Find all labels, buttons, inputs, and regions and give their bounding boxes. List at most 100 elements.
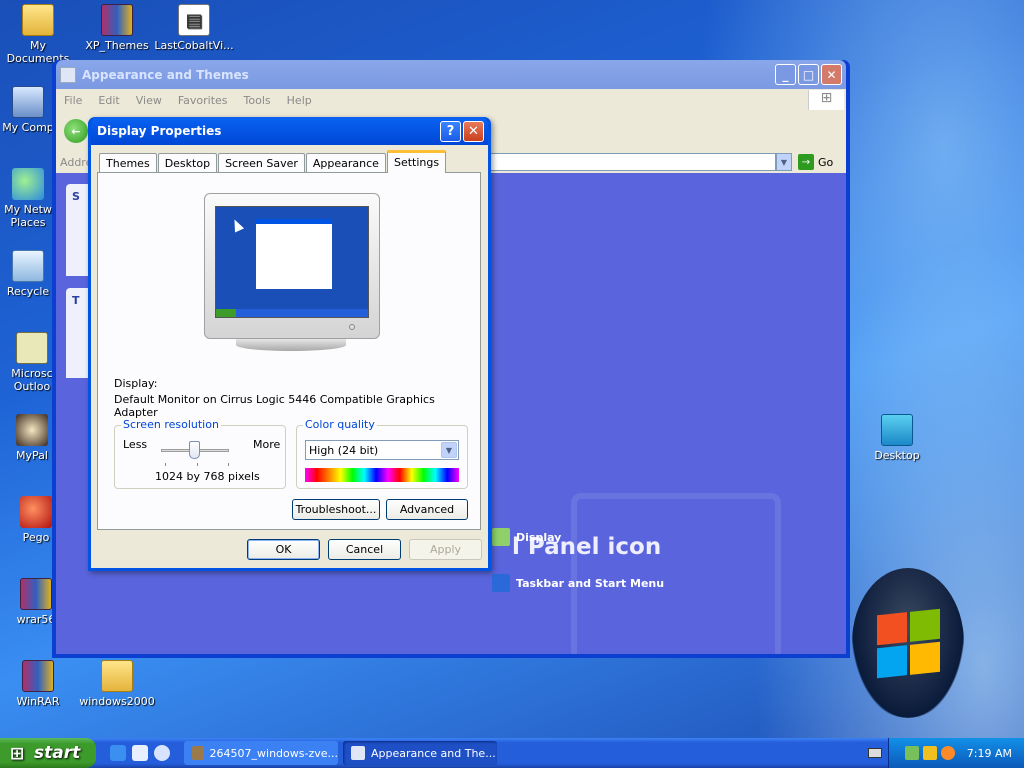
- color-quality-select[interactable]: High (24 bit) ▼: [305, 440, 459, 460]
- screen-resolution-title: Screen resolution: [121, 418, 221, 431]
- minimize-button[interactable]: _: [775, 64, 796, 85]
- tab-appearance[interactable]: Appearance: [305, 153, 386, 173]
- clock[interactable]: 7:19 AM: [967, 747, 1012, 760]
- show-desktop-icon[interactable]: [132, 745, 148, 761]
- tab-settings[interactable]: Settings: [386, 150, 447, 173]
- menu-edit[interactable]: Edit: [98, 94, 119, 107]
- chevron-down-icon[interactable]: ▼: [776, 153, 792, 171]
- desktop-icon-winrar[interactable]: WinRAR: [0, 660, 78, 708]
- tab-strip: Themes Desktop Screen Saver Appearance S…: [99, 150, 447, 173]
- color-quality-title: Color quality: [303, 418, 377, 431]
- taskbar-button-label: 264507_windows-zve...: [209, 746, 338, 760]
- desktop-icon-my-documents[interactable]: My Documents: [0, 4, 78, 65]
- go-arrow-icon: →: [798, 154, 814, 170]
- mypal-icon: [16, 414, 48, 446]
- tab-screen-saver[interactable]: Screen Saver: [218, 153, 305, 173]
- preview-window: [256, 219, 332, 289]
- network-icon[interactable]: [904, 746, 919, 760]
- tab-desktop[interactable]: Desktop: [157, 153, 218, 173]
- menu-help[interactable]: Help: [287, 94, 312, 107]
- explorer-title: Appearance and Themes: [82, 67, 249, 82]
- menu-favorites[interactable]: Favorites: [178, 94, 228, 107]
- display-value: Default Monitor on Cirrus Logic 5446 Com…: [114, 393, 435, 419]
- my-computer-icon: [12, 86, 44, 118]
- desktop-icon-label: windows2000: [79, 695, 155, 708]
- display-properties-dialog: Display Properties ? ✕ Themes Desktop Sc…: [88, 117, 491, 571]
- desktop-icon-windows2000[interactable]: windows2000: [77, 660, 157, 708]
- winrar-archive-icon: [101, 4, 133, 36]
- dialog-client-area: Themes Desktop Screen Saver Appearance S…: [91, 145, 488, 568]
- cancel-button[interactable]: Cancel: [328, 539, 401, 560]
- windows-flag-icon: ⊞: [10, 744, 25, 764]
- security-shield-icon[interactable]: [922, 746, 937, 760]
- chevron-down-icon[interactable]: ▼: [441, 442, 457, 458]
- ok-button[interactable]: OK: [247, 539, 320, 560]
- winrar-installer-icon: [20, 578, 52, 610]
- desktop-icon-label: Desktop: [874, 449, 920, 462]
- app-icon: [192, 746, 204, 760]
- monitor-stand: [236, 339, 346, 351]
- explorer-titlebar[interactable]: Appearance and Themes _ □ ✕: [56, 60, 846, 89]
- desktop-icon-lastcobalt[interactable]: ▤ LastCobaltVi...: [154, 4, 234, 52]
- outlook-icon: [16, 332, 48, 364]
- display-link-label: Display: [516, 530, 562, 544]
- desktop-icon-label: WinRAR: [16, 695, 60, 708]
- close-button[interactable]: ✕: [821, 64, 842, 85]
- desktop-icon-desktop[interactable]: Desktop: [857, 414, 937, 462]
- resolution-value: 1024 by 768 pixels: [155, 470, 260, 483]
- keyboard-icon[interactable]: [868, 748, 882, 758]
- resolution-slider-thumb[interactable]: [189, 441, 200, 459]
- menu-file[interactable]: File: [64, 94, 82, 107]
- search-icon[interactable]: [940, 746, 955, 760]
- taskbar-icon: [492, 574, 510, 592]
- menu-view[interactable]: View: [136, 94, 162, 107]
- color-quality-group: Color quality High (24 bit) ▼: [296, 418, 468, 489]
- taskbar-button-app[interactable]: 264507_windows-zve...: [184, 741, 338, 765]
- pego-icon: [20, 496, 52, 528]
- monitor-preview-icon: [204, 193, 380, 339]
- document-icon: ▤: [178, 4, 210, 36]
- color-quality-selected: High (24 bit): [309, 443, 379, 457]
- folder-icon: [22, 4, 54, 36]
- back-arrow-icon[interactable]: ←: [64, 119, 88, 143]
- display-label: Display:: [114, 377, 158, 390]
- internet-explorer-icon[interactable]: [110, 745, 126, 761]
- settings-tab-panel: Display: Default Monitor on Cirrus Logic…: [97, 172, 481, 530]
- dialog-titlebar[interactable]: Display Properties ? ✕: [91, 117, 488, 145]
- windows-flag-icon: ⊞: [808, 90, 844, 110]
- desktop-icon-label: XP_Themes: [85, 39, 149, 52]
- windows-flag-icon: [876, 608, 940, 678]
- close-button[interactable]: ✕: [463, 120, 484, 142]
- media-player-icon[interactable]: [154, 745, 170, 761]
- menu-tools[interactable]: Tools: [244, 94, 271, 107]
- maximize-button[interactable]: □: [798, 64, 819, 85]
- advanced-button[interactable]: Advanced: [386, 499, 468, 520]
- desktop-icon-xp-themes[interactable]: XP_Themes: [77, 4, 157, 52]
- power-button-icon: [349, 324, 355, 330]
- apply-button[interactable]: Apply: [409, 539, 482, 560]
- system-tray: 7:19 AM: [888, 738, 1024, 768]
- taskbar-button-appearance[interactable]: Appearance and The...: [343, 741, 497, 765]
- screen-preview: [215, 206, 369, 318]
- preview-taskbar: [216, 309, 368, 317]
- desktop-icon-label: LastCobaltVi...: [154, 39, 234, 52]
- dialog-title: Display Properties: [97, 124, 222, 138]
- resolution-less-label: Less: [123, 438, 148, 451]
- tab-themes[interactable]: Themes: [99, 153, 157, 173]
- help-button[interactable]: ?: [440, 120, 461, 142]
- taskbar-start-menu-link[interactable]: Taskbar and Start Menu: [492, 574, 664, 592]
- network-places-icon: [12, 168, 44, 200]
- resolution-more-label: More: [253, 438, 281, 451]
- cursor-icon: [229, 217, 245, 233]
- start-button[interactable]: ⊞ start: [0, 738, 96, 768]
- display-link[interactable]: Display: [492, 528, 561, 546]
- display-icon: [492, 528, 510, 546]
- explorer-menubar: File Edit View Favorites Tools Help ⊞: [56, 89, 846, 111]
- screen-resolution-group: Screen resolution Less More 1024 by 768 …: [114, 418, 286, 489]
- monitor-icon: [881, 414, 913, 446]
- winrar-icon: [22, 660, 54, 692]
- troubleshoot-button[interactable]: Troubleshoot...: [292, 499, 380, 520]
- go-button[interactable]: → Go: [792, 154, 846, 170]
- taskbar-link-label: Taskbar and Start Menu: [516, 576, 665, 590]
- slider-ticks: [165, 463, 229, 466]
